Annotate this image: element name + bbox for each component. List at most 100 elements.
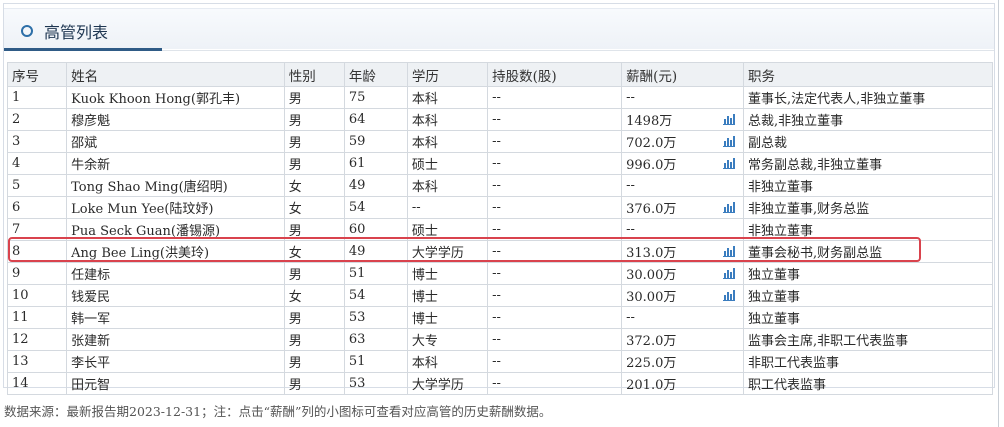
cell-education: 硕士 [406,152,489,175]
cell-shares: -- [487,130,623,153]
col-header-position: 职务 [743,62,993,87]
cell-age-text: 51 [348,266,366,281]
cell-position: 独立董事 [743,284,993,307]
cell-position: 董事长,法定代表人,非独立董事 [743,86,993,109]
cell-name: 张建新 [66,328,285,351]
cell-gender-text: 女 [288,290,302,305]
cell-shares-text: -- [492,376,501,391]
cell-gender-text: 男 [288,158,302,173]
cell-education: 大专 [406,328,489,351]
table-row: 6 Loke Mun Yee(陆玟妤) 女 54 -- -- 376.0万 非独立董事,财务总… [6,196,993,219]
cell-salary-text: 996.0万 [626,158,677,173]
cell-gender-text: 女 [288,180,302,195]
cell-education: 博士 [406,306,489,329]
cell-age: 75 [343,86,408,109]
bar-chart-icon[interactable] [723,114,736,125]
cell-education-text: 博士 [411,268,438,283]
cell-name: Loke Mun Yee(陆玟妤) [66,196,285,219]
cell-education: 本科 [406,86,489,109]
cell-shares-text: -- [492,134,501,149]
cell-name-text: 邵斌 [71,136,98,151]
cell-education: 本科 [406,108,489,131]
cell-age: 54 [343,196,408,219]
cell-shares: -- [487,174,623,197]
cell-name: 田元智 [66,372,285,395]
cell-position: 非独立董事,财务总监 [743,196,993,219]
cell-position: 非独立董事 [743,174,993,197]
table-row: 4 牛余新 男 61 硕士 -- 996.0万 常务副总裁,非独立董事 [6,152,993,175]
cell-position: 非职工代表监事 [743,350,993,373]
cell-name: Tong Shao Ming(唐绍明) [66,174,285,197]
cell-no-text: 13 [12,354,29,369]
cell-gender: 男 [283,108,345,131]
cell-shares-text: -- [492,200,501,215]
bar-chart-icon[interactable] [723,290,736,301]
cell-education-text: 本科 [411,356,438,371]
cell-education-text: 本科 [411,92,438,107]
cell-position-text: 独立董事 [748,312,801,327]
cell-position-text: 职工代表监事 [748,378,827,393]
cell-name-text: 牛余新 [71,158,111,173]
cell-age: 51 [343,262,408,285]
cell-salary: 996.0万 [621,152,745,175]
cell-position: 独立董事 [743,306,993,329]
cell-position-text: 常务副总裁,非独立董事 [748,158,883,173]
cell-education: 本科 [406,174,489,197]
bar-chart-icon[interactable] [723,268,736,279]
bar-chart-icon[interactable] [723,136,736,147]
bar-chart-icon[interactable] [723,158,736,169]
cell-name: 韩一军 [66,306,285,329]
cell-position-text: 监事会主席,非职工代表监事 [748,334,909,349]
cell-shares-text: -- [492,266,501,281]
executive-table: 序号 姓名 性别 年龄 学历 持股数(股) 薪酬(元) 职务 1 Kuok Kho… [6,62,993,395]
cell-no: 5 [6,174,68,197]
cell-position-text: 总裁,非独立董事 [748,114,844,129]
cell-gender: 男 [283,262,345,285]
panel-header: 高管列表 [4,8,994,49]
cell-name-text: 韩一军 [71,312,111,327]
cell-gender: 男 [283,328,345,351]
cell-gender: 女 [283,196,345,219]
cell-gender-text: 男 [288,114,302,129]
cell-salary-text: 376.0万 [626,202,677,217]
bar-chart-icon[interactable] [723,202,736,213]
cell-age: 59 [343,130,408,153]
cell-name: 邵斌 [66,130,285,153]
cell-no: 4 [6,152,68,175]
cell-salary-text: -- [626,90,635,105]
cell-name: Kuok Khoon Hong(郭孔丰) [66,86,285,109]
table-row: 13 李长平 男 51 本科 -- 225.0万 非职工代表监事 [6,350,993,373]
cell-age: 51 [343,350,408,373]
cell-no: 9 [6,262,68,285]
cell-shares-text: -- [492,222,501,237]
data-source-footnote: 数据来源：最新报告期2023-12-31；注：点击“薪酬”列的小图标可查看对应高… [4,404,552,419]
cell-shares-text: -- [492,332,501,347]
cell-position: 常务副总裁,非独立董事 [743,152,993,175]
cell-no: 6 [6,196,68,219]
cell-salary: -- [621,174,745,197]
header-underline [4,48,162,51]
cell-salary-text: 201.0万 [626,378,677,393]
cell-age-text: 51 [348,354,366,369]
cell-position: 总裁,非独立董事 [743,108,993,131]
cell-no-text: 12 [12,332,29,347]
cell-age: 61 [343,152,408,175]
cell-education-text: 本科 [411,114,438,129]
cell-shares: -- [487,328,623,351]
table-row: 1 Kuok Khoon Hong(郭孔丰) 男 75 本科 -- -- 董事长,法定代表人,… [6,86,993,109]
table-row: 9 任建标 男 51 博士 -- 30.00万 独立董事 [6,262,993,285]
cell-name-text: Loke Mun Yee(陆玟妤) [71,202,214,217]
cell-shares-text: -- [492,354,501,369]
cell-salary-text: 30.00万 [626,268,677,283]
cell-no-text: 11 [12,310,29,325]
cell-gender-text: 女 [288,202,302,217]
cell-salary: 201.0万 [621,372,745,395]
cell-shares: -- [487,86,623,109]
cell-no: 11 [6,306,68,329]
cell-salary-text: -- [626,310,635,325]
cell-education: 本科 [406,350,489,373]
cell-no: 13 [6,350,68,373]
cell-position-text: 非独立董事,财务总监 [748,202,870,217]
table-row: 3 邵斌 男 59 本科 -- 702.0万 副总裁 [6,130,993,153]
cell-salary-text: 30.00万 [626,290,677,305]
